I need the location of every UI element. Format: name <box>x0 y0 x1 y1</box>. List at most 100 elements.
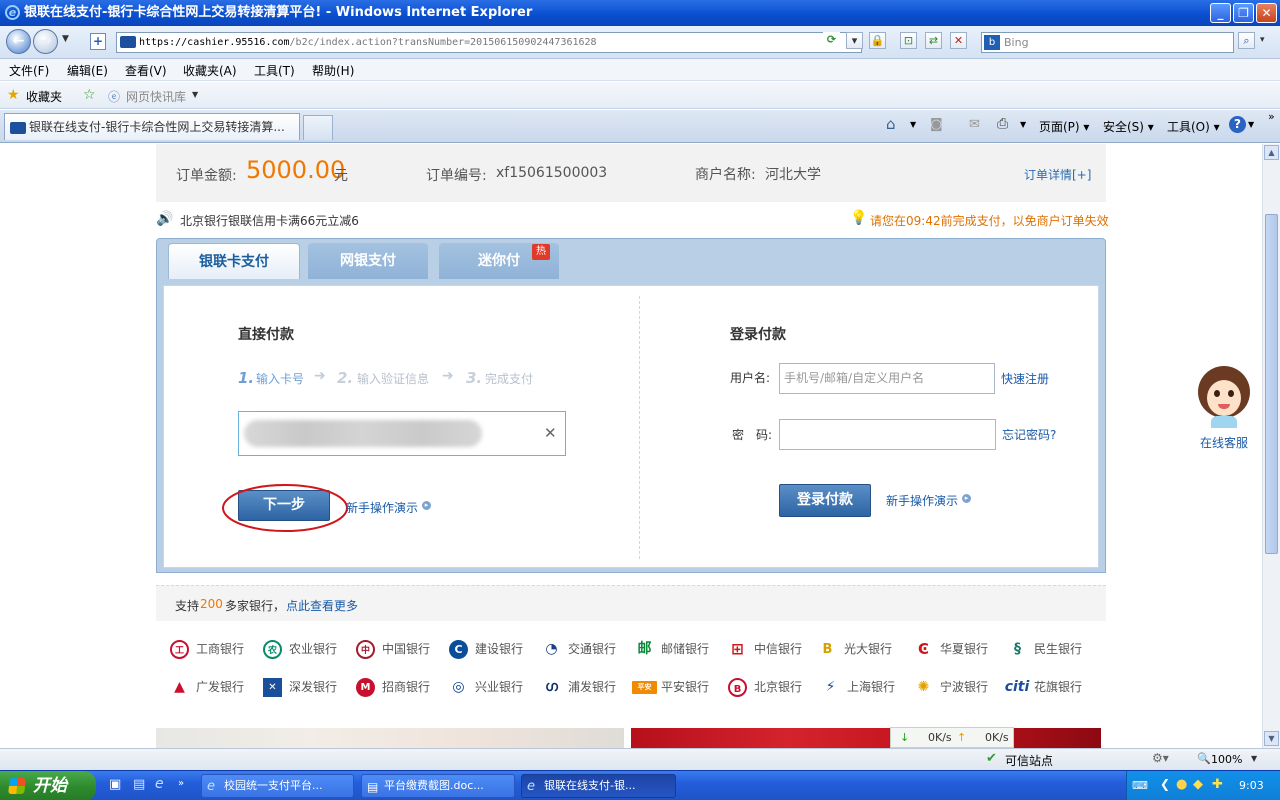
bank-ceb[interactable]: B 光大银行 <box>818 638 892 660</box>
tab-unionpay-card[interactable]: 银联卡支付 <box>168 243 300 279</box>
security-zone[interactable]: 可信站点 <box>1005 752 1053 769</box>
ad-banner-left[interactable] <box>156 728 624 748</box>
bank-cmb[interactable]: M 招商银行 <box>356 676 430 698</box>
address-dropdown-icon[interactable]: ▾ <box>846 32 863 49</box>
forward-button[interactable]: → <box>33 29 58 54</box>
maximize-button[interactable]: ❐ <box>1233 3 1254 23</box>
bank-cgb[interactable]: ▲ 广发银行 <box>170 676 244 698</box>
history-dropdown-icon[interactable]: ▼ <box>62 34 69 44</box>
tab-online-banking[interactable]: 网银支付 <box>308 243 428 279</box>
bank-citi[interactable]: citi 花旗银行 <box>1003 676 1082 698</box>
search-input[interactable]: b Bing <box>981 32 1234 53</box>
start-button[interactable]: 开始 <box>0 771 96 800</box>
bank-bos[interactable]: ⚡ 上海银行 <box>821 676 895 698</box>
direct-demo-link[interactable]: 新手操作演示 <box>346 499 418 516</box>
search-options-icon[interactable]: ▾ <box>1260 35 1265 45</box>
bank-abc[interactable]: 农农业银行 <box>263 638 337 660</box>
scroll-up-icon[interactable]: ▲ <box>1264 145 1279 160</box>
back-button[interactable]: ← <box>6 29 31 54</box>
menu-view[interactable]: 查看(V) <box>125 62 167 79</box>
bank-bocom[interactable]: ◔ 交通银行 <box>542 638 616 660</box>
keyboard-icon[interactable]: ⌨ <box>1132 779 1148 792</box>
bank-nbcb[interactable]: ✺ 宁波银行 <box>914 676 988 698</box>
chevron-more-icon[interactable]: » <box>1268 110 1275 123</box>
qq-icon[interactable]: ● <box>1176 777 1187 792</box>
feeds-icon[interactable]: ◙ <box>930 117 943 132</box>
taskbar-item-campus-pay[interactable]: e 校园统一支付平台... <box>201 774 354 798</box>
online-service-widget[interactable] <box>1198 366 1252 434</box>
web-slice-gallery[interactable]: 网页快讯库 <box>126 88 186 105</box>
more-banks-link[interactable]: 点此查看更多 <box>286 597 358 614</box>
tray-collapse-icon[interactable]: ❮ <box>1160 777 1170 791</box>
login-pay-button[interactable]: 登录付款 <box>779 484 871 517</box>
lock-icon[interactable]: 🔒 <box>869 32 886 49</box>
card-number-input[interactable]: ✕ <box>238 411 566 456</box>
home-icon[interactable]: ⌂ <box>886 115 896 133</box>
refresh-icon[interactable]: ⇄ <box>925 32 942 49</box>
bank-icbc[interactable]: 工工商银行 <box>170 638 244 660</box>
online-service-link[interactable]: 在线客服 <box>1200 434 1248 451</box>
bank-bob[interactable]: B 北京银行 <box>728 676 802 698</box>
add-favorite-icon[interactable]: ☆ <box>83 87 96 103</box>
forgot-password-link[interactable]: 忘记密码? <box>1002 426 1056 443</box>
web-slice-dropdown-icon[interactable]: ▼ <box>192 90 198 99</box>
zoom-level[interactable]: 100% <box>1211 753 1242 766</box>
mail-icon[interactable]: ✉ <box>969 117 980 132</box>
menu-favorites[interactable]: 收藏夹(A) <box>183 62 237 79</box>
bank-sdb[interactable]: ✕ 深发银行 <box>263 676 337 698</box>
help-icon[interactable]: ? <box>1229 116 1246 133</box>
compat-view-icon[interactable]: + <box>90 33 106 50</box>
username-input[interactable]: 手机号/邮箱/自定义用户名 <box>779 363 995 394</box>
play-icon-2[interactable]: ▸ <box>962 494 971 503</box>
show-desktop-icon[interactable]: ▣ <box>109 777 121 792</box>
menu-tools[interactable]: 工具(T) <box>254 62 295 79</box>
shield-icon[interactable]: ◆ <box>1193 777 1203 792</box>
bank-cmbc[interactable]: § 民生银行 <box>1008 638 1082 660</box>
home-dropdown-icon[interactable]: ▼ <box>910 120 916 129</box>
password-input[interactable] <box>779 419 996 450</box>
tab-active[interactable]: 银联在线支付-银行卡综合性网上交易转接清算... <box>4 113 300 140</box>
clear-input-icon[interactable]: ✕ <box>544 424 557 442</box>
bank-ccb[interactable]: C 建设银行 <box>449 638 523 660</box>
taskbar-item-word-doc[interactable]: ▤ 平台缴费截图.doc... <box>361 774 515 798</box>
bank-psbc[interactable]: 邮邮储银行 <box>635 638 710 660</box>
compat-icon[interactable]: ⊡ <box>900 32 917 49</box>
order-details-link[interactable]: 订单详情[+] <box>1024 166 1091 183</box>
quicklaunch-folder-icon[interactable]: ▤ <box>133 777 145 792</box>
promo-notice[interactable]: 北京银行银联信用卡满66元立减6 <box>180 212 359 229</box>
clock[interactable]: 9:03 <box>1239 779 1264 792</box>
scroll-down-icon[interactable]: ▼ <box>1264 731 1279 746</box>
ad-banner-right[interactable] <box>631 728 1101 748</box>
bank-spdb[interactable]: ഗ 浦发银行 <box>542 676 616 698</box>
login-demo-link[interactable]: 新手操作演示 <box>886 492 958 509</box>
quicklaunch-more-icon[interactable]: » <box>178 778 184 789</box>
security-tray-icon[interactable]: ✚ <box>1212 777 1223 792</box>
vertical-scrollbar[interactable]: ▲ ▼ <box>1262 144 1280 748</box>
menu-edit[interactable]: 编辑(E) <box>67 62 108 79</box>
quicklaunch-ie-icon[interactable]: e <box>155 776 164 792</box>
refresh-compat-icon[interactable]: ⟳ <box>823 32 840 49</box>
close-window-button[interactable]: ✕ <box>1256 3 1277 23</box>
stop-icon[interactable]: ✕ <box>950 32 967 49</box>
bank-boc[interactable]: 中中国银行 <box>356 638 430 660</box>
menu-help[interactable]: 帮助(H) <box>312 62 354 79</box>
url-input[interactable]: https://cashier.95516.com/b2c/index.acti… <box>116 32 862 53</box>
bank-cib[interactable]: ◎ 兴业银行 <box>449 676 523 698</box>
tools-menu[interactable]: 工具(O) ▾ <box>1167 118 1220 135</box>
menu-file[interactable]: 文件(F) <box>9 62 49 79</box>
bank-citic[interactable]: ⊞ 中信银行 <box>728 638 802 660</box>
print-dropdown-icon[interactable]: ▼ <box>1020 120 1026 129</box>
help-dropdown-icon[interactable]: ▼ <box>1248 120 1254 129</box>
bank-pingan[interactable]: 平安 平安银行 <box>632 676 709 698</box>
bank-hxb[interactable]: Ͼ 华夏银行 <box>914 638 988 660</box>
print-icon[interactable]: ⎙ <box>997 116 1008 132</box>
scroll-thumb[interactable] <box>1265 214 1278 554</box>
new-tab-button[interactable] <box>303 115 333 140</box>
page-menu[interactable]: 页面(P) ▾ <box>1039 118 1089 135</box>
search-icon[interactable]: ⌕ <box>1238 32 1255 49</box>
safety-menu[interactable]: 安全(S) ▾ <box>1103 118 1154 135</box>
play-icon[interactable]: ▸ <box>422 501 431 510</box>
quick-register-link[interactable]: 快速注册 <box>1001 370 1049 387</box>
minimize-button[interactable]: _ <box>1210 3 1231 23</box>
taskbar-item-unionpay[interactable]: e 银联在线支付-银... <box>521 774 676 798</box>
